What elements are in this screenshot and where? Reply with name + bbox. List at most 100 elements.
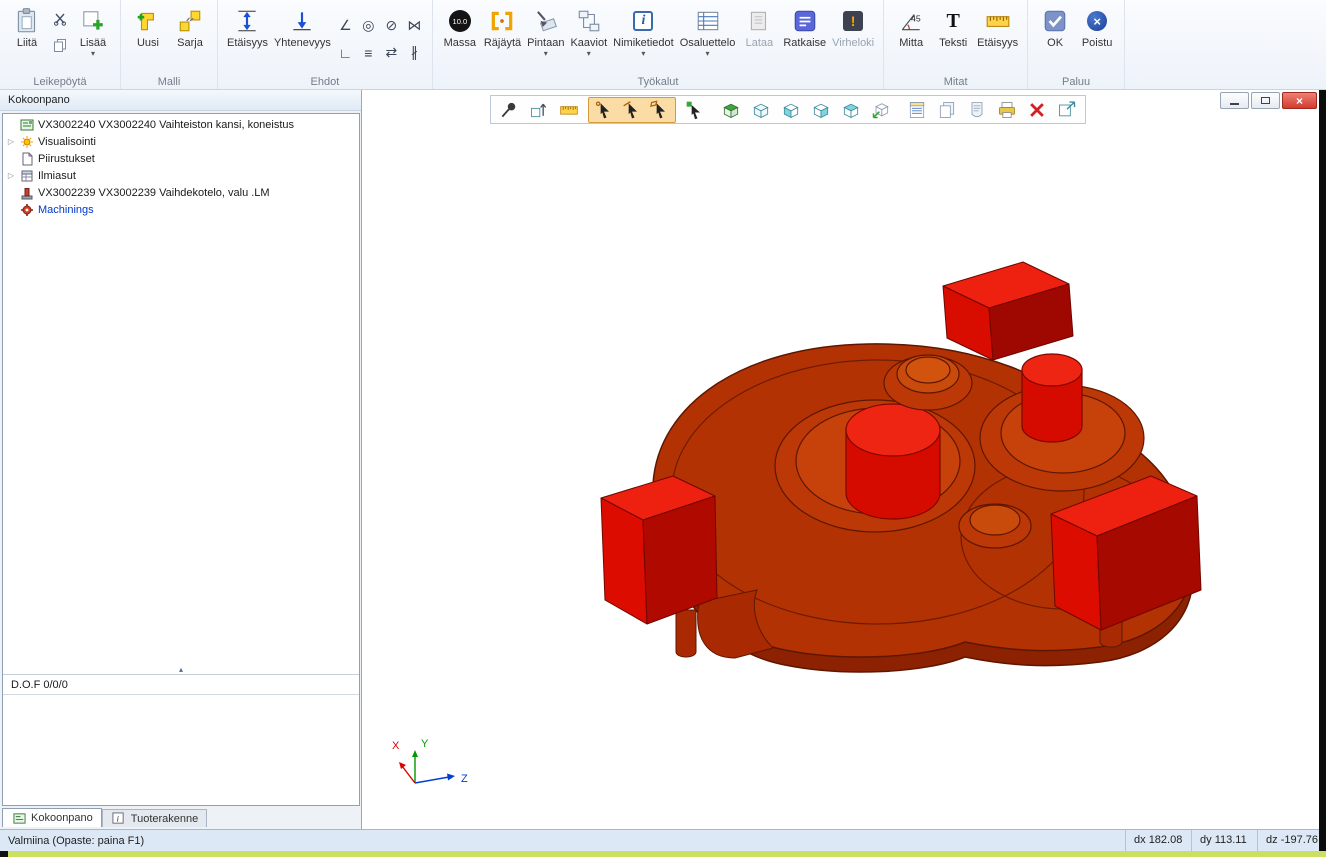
tree-item-root-assembly[interactable]: VX3002240 VX3002240 Vaihteiston kansi, k… [3, 116, 359, 133]
antiparallel-constraint-icon[interactable]: ∦ [411, 44, 418, 61]
cube-arrow-icon[interactable] [870, 99, 892, 121]
distance-measure-button[interactable]: Etäisyys [974, 4, 1021, 51]
export-view-icon[interactable] [1056, 99, 1078, 121]
measure-label: Mitta [899, 37, 923, 49]
array-button[interactable]: Sarja [169, 4, 211, 51]
sheet-icon[interactable] [966, 99, 988, 121]
expand-arrow-icon[interactable]: ▷ [3, 171, 19, 180]
part-list-label: Osaluettelo [680, 37, 736, 49]
load-label: Lataa [746, 37, 774, 49]
wire-box-left-icon[interactable] [780, 99, 802, 121]
solve-button[interactable]: Ratkaise [780, 4, 829, 51]
chevron-down-icon: ▾ [544, 50, 548, 57]
group-label-dimensions: Mitat [884, 76, 1027, 88]
measure-drag-icon[interactable] [528, 99, 550, 121]
shaded-cube-icon[interactable] [720, 99, 742, 121]
add-label: Lisää [80, 37, 106, 49]
tab-tuoterakenne[interactable]: i Tuoterakenne [102, 809, 207, 827]
exit-button[interactable]: × Poistu [1076, 4, 1118, 51]
expand-arrow-icon[interactable]: ▷ [3, 137, 19, 146]
item-list-icon[interactable] [906, 99, 928, 121]
diagrams-button[interactable]: Kaaviot ▾ [567, 4, 610, 59]
snap-face-icon[interactable] [649, 99, 671, 121]
tab-kokoonpano[interactable]: Kokoonpano [2, 808, 102, 827]
dy-readout: dy 113.11 [1191, 830, 1257, 851]
print-icon[interactable] [996, 99, 1018, 121]
pick-part-icon[interactable] [684, 99, 706, 121]
tangent-constraint-icon[interactable]: ⊘ [385, 17, 397, 34]
tree-item-visualization[interactable]: ▷ Visualisointi [3, 133, 359, 150]
delete-icon[interactable] [1026, 99, 1048, 121]
tree-item-label: Ilmiasut [35, 170, 76, 182]
dof-splitter[interactable]: ▴ [3, 674, 359, 675]
central-boss[interactable] [775, 400, 975, 532]
close-button[interactable]: × [1282, 92, 1317, 109]
cut-button[interactable] [50, 10, 70, 28]
copy-button[interactable] [50, 36, 70, 54]
explode-button[interactable]: Räjäytä [481, 4, 524, 51]
tree-item-label: Machinings [35, 204, 94, 216]
new-button[interactable]: Uusi [127, 4, 169, 51]
screen-edge-corner [0, 851, 8, 857]
concentric-constraint-icon[interactable]: ◎ [362, 17, 374, 34]
dz-readout: dz -197.76 [1257, 830, 1326, 851]
to-surface-button[interactable]: Pintaan ▾ [524, 4, 567, 59]
load-button[interactable]: Lataa [738, 4, 780, 51]
3d-viewport[interactable]: × X Y Z [363, 90, 1319, 829]
appearance-table-icon [19, 169, 35, 183]
symmetry-constraint-icon[interactable]: ⋈ [407, 17, 421, 34]
parallel-constraint-icon[interactable]: ≡ [364, 45, 372, 61]
assembly-icon [11, 811, 27, 825]
measure-button[interactable]: 45 Mitta [890, 4, 932, 51]
wire-box-top-icon[interactable] [840, 99, 862, 121]
top-boss[interactable] [884, 355, 972, 410]
left-peg[interactable] [676, 610, 696, 657]
ruler-icon[interactable] [558, 99, 580, 121]
error-log-label: Virheloki [832, 37, 874, 49]
tree-item-appearances[interactable]: ▷ Ilmiasut [3, 167, 359, 184]
part-list-button[interactable]: Osaluettelo ▾ [677, 4, 739, 59]
stock-box-top[interactable] [943, 262, 1073, 360]
tree-item-casting-part[interactable]: VX3002239 VX3002239 Vaihdekotelo, valu .… [3, 184, 359, 201]
viewport-toolbar [490, 95, 1086, 124]
error-log-button[interactable]: ! Virheloki [829, 4, 877, 51]
copy-view-icon[interactable] [936, 99, 958, 121]
minimize-button[interactable] [1220, 92, 1249, 109]
small-boss[interactable] [959, 504, 1031, 548]
tree-item-label: VX3002240 VX3002240 Vaihteiston kansi, k… [35, 119, 294, 131]
coincidence-icon [289, 6, 315, 36]
collapse-arrow-icon[interactable]: ▴ [179, 666, 183, 674]
text-label: Teksti [939, 37, 967, 49]
ruler-icon [984, 6, 1012, 36]
perpendicular-constraint-icon[interactable]: ∟ [338, 45, 352, 61]
coincidence-button[interactable]: Yhtenevyys [271, 4, 334, 51]
item-data-button[interactable]: i Nimiketiedot ▾ [610, 4, 677, 59]
ok-label: OK [1047, 37, 1063, 49]
exit-label: Poistu [1082, 37, 1113, 49]
svg-text:Z: Z [461, 773, 468, 785]
error-log-icon: ! [843, 11, 863, 31]
distance-constraint-button[interactable]: Etäisyys [224, 4, 271, 51]
tab-label: Kokoonpano [31, 812, 93, 824]
wire-box-icon[interactable] [750, 99, 772, 121]
pin-icon[interactable] [498, 99, 520, 121]
stock-box-left[interactable] [601, 476, 717, 624]
paste-button[interactable]: Liitä [6, 4, 48, 51]
minimize-icon [1230, 103, 1239, 105]
text-button[interactable]: T Teksti [932, 4, 974, 51]
wire-box-right-icon[interactable] [810, 99, 832, 121]
angle-constraint-icon[interactable]: ∠ [339, 17, 352, 34]
tree-item-drawings[interactable]: Piirustukset [3, 150, 359, 167]
distance-measure-label: Etäisyys [977, 37, 1018, 49]
tree-item-machinings[interactable]: Machinings [3, 201, 359, 218]
snap-edge-icon[interactable] [621, 99, 643, 121]
align-constraint-icon[interactable]: ⇄ [385, 44, 397, 61]
mass-button[interactable]: 10.0 Massa [439, 4, 481, 51]
3d-model-canvas[interactable] [363, 90, 1319, 829]
add-button[interactable]: Lisää ▾ [72, 4, 114, 59]
ok-button[interactable]: OK [1034, 4, 1076, 51]
screen-edge-bottom [8, 851, 1326, 857]
maximize-button[interactable] [1251, 92, 1280, 109]
snap-point-icon[interactable] [593, 99, 615, 121]
tree-item-label: Piirustukset [35, 153, 95, 165]
